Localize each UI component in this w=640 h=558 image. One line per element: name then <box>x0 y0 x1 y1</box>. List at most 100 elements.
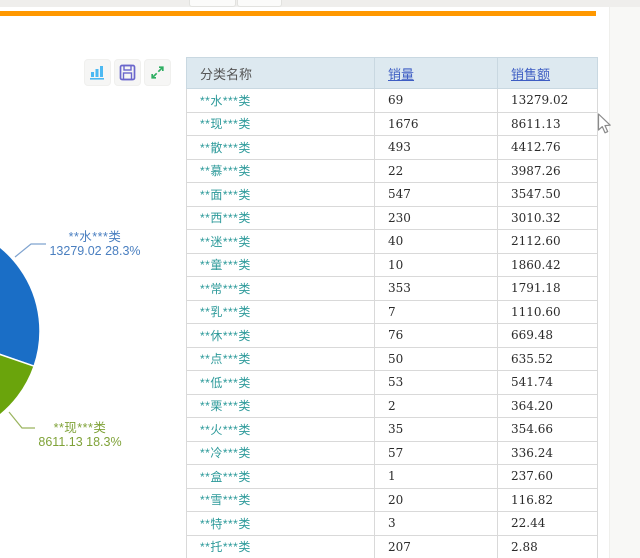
cell-qty: 50 <box>374 346 498 371</box>
report-page: **水***类 13279.02 28.3% **现***类 8611.13 1… <box>0 0 640 558</box>
cell-amount: 2112.60 <box>497 229 598 254</box>
cell-qty: 353 <box>374 276 498 301</box>
table-row: **水***类 69 13279.02 <box>186 88 598 113</box>
header-category: 分类名称 <box>186 57 375 89</box>
cell-amount: 4412.76 <box>497 135 598 160</box>
table-row: **特***类 3 22.44 <box>186 511 598 536</box>
cell-category[interactable]: **童***类 <box>186 252 375 277</box>
category-sales-table: 分类名称 销量 销售额 **水***类 69 13279.02 **现***类 1676… <box>186 57 598 558</box>
top-window-strip <box>0 0 640 7</box>
cell-qty: 1 <box>374 464 498 489</box>
sort-amount-link[interactable]: 销售额 <box>511 67 550 82</box>
cell-amount: 354.66 <box>497 417 598 442</box>
cell-category[interactable]: **面***类 <box>186 182 375 207</box>
cell-amount: 3010.32 <box>497 205 598 230</box>
cell-qty: 22 <box>374 158 498 183</box>
cell-category[interactable]: **点***类 <box>186 346 375 371</box>
cell-qty: 1676 <box>374 111 498 136</box>
cell-category[interactable]: **现***类 <box>186 111 375 136</box>
cell-qty: 57 <box>374 440 498 465</box>
cell-amount: 1791.18 <box>497 276 598 301</box>
pie-label-green-name: **现***类 <box>53 421 107 435</box>
pie-label-blue-value: 13279.02 28.3% <box>49 244 141 258</box>
cell-category[interactable]: **慕***类 <box>186 158 375 183</box>
pie-label-blue: **水***类 13279.02 28.3% <box>40 230 150 258</box>
cell-qty: 230 <box>374 205 498 230</box>
cell-category[interactable]: **栗***类 <box>186 393 375 418</box>
table-row: **散***类 493 4412.76 <box>186 135 598 160</box>
cell-amount: 541.74 <box>497 370 598 395</box>
table-row: **点***类 50 635.52 <box>186 346 598 371</box>
cell-category[interactable]: **乳***类 <box>186 299 375 324</box>
cell-amount: 8611.13 <box>497 111 598 136</box>
expand-icon <box>151 66 164 79</box>
accent-divider-bar <box>0 11 596 16</box>
cell-amount: 3987.26 <box>497 158 598 183</box>
save-icon <box>119 64 136 81</box>
cell-amount: 13279.02 <box>497 88 598 113</box>
cell-category[interactable]: **特***类 <box>186 511 375 536</box>
cell-qty: 3 <box>374 511 498 536</box>
table-row: **西***类 230 3010.32 <box>186 205 598 230</box>
cell-amount: 336.24 <box>497 440 598 465</box>
table-row: **盒***类 1 237.60 <box>186 464 598 489</box>
bar-chart-icon <box>90 66 104 80</box>
cell-qty: 493 <box>374 135 498 160</box>
pie-label-blue-name: **水***类 <box>68 230 122 244</box>
page-right-gutter <box>609 0 640 558</box>
table-row: **冷***类 57 336.24 <box>186 440 598 465</box>
header-qty: 销量 <box>374 57 498 89</box>
cell-amount: 1110.60 <box>497 299 598 324</box>
cell-category[interactable]: **散***类 <box>186 135 375 160</box>
cell-category[interactable]: **托***类 <box>186 534 375 558</box>
cell-qty: 20 <box>374 487 498 512</box>
cell-qty: 7 <box>374 299 498 324</box>
cell-qty: 207 <box>374 534 498 558</box>
table-row: **童***类 10 1860.42 <box>186 252 598 277</box>
header-amount: 销售额 <box>497 57 598 89</box>
cell-amount: 116.82 <box>497 487 598 512</box>
cell-category[interactable]: **低***类 <box>186 370 375 395</box>
cell-category[interactable]: **火***类 <box>186 417 375 442</box>
cell-qty: 40 <box>374 229 498 254</box>
cell-qty: 35 <box>374 417 498 442</box>
mouse-cursor <box>597 113 611 134</box>
cell-category[interactable]: **常***类 <box>186 276 375 301</box>
table-row: **现***类 1676 8611.13 <box>186 111 598 136</box>
table-row: **雪***类 20 116.82 <box>186 487 598 512</box>
expand-button[interactable] <box>144 59 171 86</box>
cell-category[interactable]: **盒***类 <box>186 464 375 489</box>
cell-category[interactable]: **休***类 <box>186 323 375 348</box>
cell-qty: 53 <box>374 370 498 395</box>
cell-qty: 2 <box>374 393 498 418</box>
table-row: **低***类 53 541.74 <box>186 370 598 395</box>
clipped-tab-left[interactable] <box>189 0 236 7</box>
cell-category[interactable]: **冷***类 <box>186 440 375 465</box>
cell-category[interactable]: **西***类 <box>186 205 375 230</box>
cell-amount: 1860.42 <box>497 252 598 277</box>
table-body: **水***类 69 13279.02 **现***类 1676 8611.13 **散**… <box>186 88 598 558</box>
table-row: **慕***类 22 3987.26 <box>186 158 598 183</box>
table-row: **常***类 353 1791.18 <box>186 276 598 301</box>
cell-amount: 2.88 <box>497 534 598 558</box>
cell-qty: 547 <box>374 182 498 207</box>
sort-qty-link[interactable]: 销量 <box>388 67 414 82</box>
cell-amount: 364.20 <box>497 393 598 418</box>
cell-qty: 10 <box>374 252 498 277</box>
table-row: **迷***类 40 2112.60 <box>186 229 598 254</box>
chart-type-button[interactable] <box>84 59 111 86</box>
cell-amount: 635.52 <box>497 346 598 371</box>
cell-category[interactable]: **水***类 <box>186 88 375 113</box>
cell-category[interactable]: **迷***类 <box>186 229 375 254</box>
table-header-row: 分类名称 销量 销售额 <box>186 57 598 89</box>
cell-qty: 76 <box>374 323 498 348</box>
chart-toolbar <box>84 59 171 86</box>
cell-amount: 22.44 <box>497 511 598 536</box>
table-row: **休***类 76 669.48 <box>186 323 598 348</box>
table-row: **乳***类 7 1110.60 <box>186 299 598 324</box>
clipped-tab-right[interactable] <box>237 0 282 7</box>
pie-label-green-value: 8611.13 18.3% <box>38 435 122 449</box>
table-row: **栗***类 2 364.20 <box>186 393 598 418</box>
cell-category[interactable]: **雪***类 <box>186 487 375 512</box>
save-button[interactable] <box>114 59 141 86</box>
